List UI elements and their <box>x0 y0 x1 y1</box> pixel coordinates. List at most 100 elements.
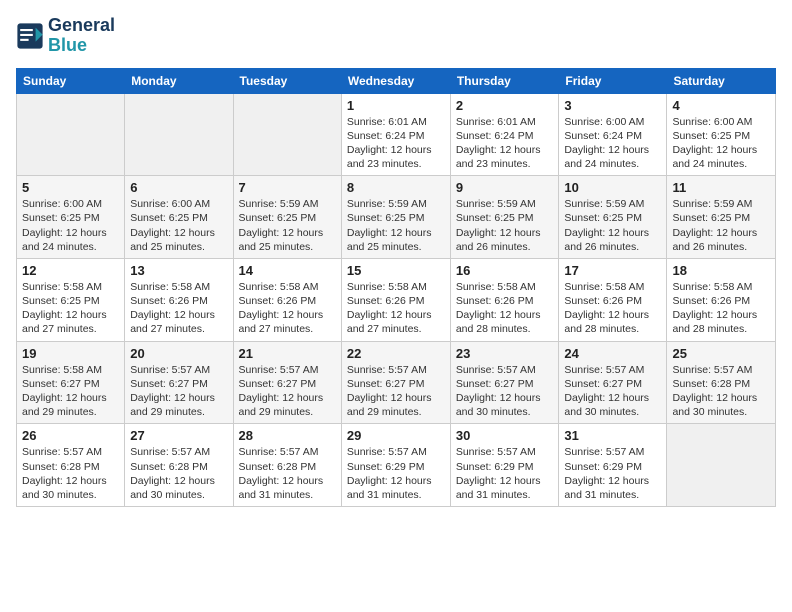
calendar-cell: 18 Sunrise: 5:58 AM Sunset: 6:26 PM Dayli… <box>667 258 776 341</box>
day-info: Sunrise: 5:58 AM Sunset: 6:25 PM Dayligh… <box>22 280 119 337</box>
calendar-header: SundayMondayTuesdayWednesdayThursdayFrid… <box>17 68 776 93</box>
day-info: Sunrise: 6:00 AM Sunset: 6:25 PM Dayligh… <box>130 197 227 254</box>
day-info: Sunrise: 5:57 AM Sunset: 6:27 PM Dayligh… <box>130 363 227 420</box>
calendar-week-3: 12 Sunrise: 5:58 AM Sunset: 6:25 PM Dayli… <box>17 258 776 341</box>
day-info: Sunrise: 5:57 AM Sunset: 6:27 PM Dayligh… <box>347 363 445 420</box>
page-header: GeneralBlue <box>16 16 776 56</box>
calendar-cell: 6 Sunrise: 6:00 AM Sunset: 6:25 PM Daylig… <box>125 176 233 259</box>
day-number: 22 <box>347 346 445 361</box>
day-info: Sunrise: 5:57 AM Sunset: 6:28 PM Dayligh… <box>239 445 336 502</box>
calendar-cell: 29 Sunrise: 5:57 AM Sunset: 6:29 PM Dayli… <box>341 424 450 507</box>
calendar-week-4: 19Sunrise: 5:58 AM Sunset: 6:27 PM Dayli… <box>17 341 776 424</box>
calendar-cell: 15 Sunrise: 5:58 AM Sunset: 6:26 PM Dayli… <box>341 258 450 341</box>
calendar-week-5: 26 Sunrise: 5:57 AM Sunset: 6:28 PM Dayli… <box>17 424 776 507</box>
calendar-week-2: 5 Sunrise: 6:00 AM Sunset: 6:25 PM Daylig… <box>17 176 776 259</box>
day-info: Sunrise: 5:57 AM Sunset: 6:29 PM Dayligh… <box>347 445 445 502</box>
calendar-cell: 10 Sunrise: 5:59 AM Sunset: 6:25 PM Dayli… <box>559 176 667 259</box>
day-info: Sunrise: 5:57 AM Sunset: 6:27 PM Dayligh… <box>239 363 336 420</box>
day-number: 1 <box>347 98 445 113</box>
calendar-cell: 16Sunrise: 5:58 AM Sunset: 6:26 PM Dayli… <box>450 258 559 341</box>
calendar-cell: 25Sunrise: 5:57 AM Sunset: 6:28 PM Dayli… <box>667 341 776 424</box>
day-number: 12 <box>22 263 119 278</box>
calendar-cell: 30Sunrise: 5:57 AM Sunset: 6:29 PM Dayli… <box>450 424 559 507</box>
day-info: Sunrise: 5:59 AM Sunset: 6:25 PM Dayligh… <box>239 197 336 254</box>
calendar-cell: 26 Sunrise: 5:57 AM Sunset: 6:28 PM Dayli… <box>17 424 125 507</box>
day-info: Sunrise: 5:59 AM Sunset: 6:25 PM Dayligh… <box>456 197 554 254</box>
day-info: Sunrise: 5:58 AM Sunset: 6:26 PM Dayligh… <box>456 280 554 337</box>
weekday-header-thursday: Thursday <box>450 68 559 93</box>
day-number: 6 <box>130 180 227 195</box>
calendar-cell: 28Sunrise: 5:57 AM Sunset: 6:28 PM Dayli… <box>233 424 341 507</box>
calendar-cell: 23 Sunrise: 5:57 AM Sunset: 6:27 PM Dayli… <box>450 341 559 424</box>
day-info: Sunrise: 5:59 AM Sunset: 6:25 PM Dayligh… <box>564 197 661 254</box>
day-number: 31 <box>564 428 661 443</box>
day-number: 4 <box>672 98 770 113</box>
calendar-cell: 3 Sunrise: 6:00 AM Sunset: 6:24 PM Daylig… <box>559 93 667 176</box>
day-number: 17 <box>564 263 661 278</box>
day-number: 2 <box>456 98 554 113</box>
day-number: 24 <box>564 346 661 361</box>
calendar-cell: 21Sunrise: 5:57 AM Sunset: 6:27 PM Dayli… <box>233 341 341 424</box>
day-number: 7 <box>239 180 336 195</box>
day-number: 15 <box>347 263 445 278</box>
day-number: 27 <box>130 428 227 443</box>
logo: GeneralBlue <box>16 16 115 56</box>
weekday-header-tuesday: Tuesday <box>233 68 341 93</box>
calendar-week-1: 1 Sunrise: 6:01 AM Sunset: 6:24 PM Daylig… <box>17 93 776 176</box>
day-number: 5 <box>22 180 119 195</box>
day-info: Sunrise: 6:01 AM Sunset: 6:24 PM Dayligh… <box>347 115 445 172</box>
calendar-cell: 22 Sunrise: 5:57 AM Sunset: 6:27 PM Dayli… <box>341 341 450 424</box>
calendar-cell: 9 Sunrise: 5:59 AM Sunset: 6:25 PM Daylig… <box>450 176 559 259</box>
calendar-cell: 12 Sunrise: 5:58 AM Sunset: 6:25 PM Dayli… <box>17 258 125 341</box>
day-info: Sunrise: 5:58 AM Sunset: 6:26 PM Dayligh… <box>564 280 661 337</box>
calendar-cell: 11Sunrise: 5:59 AM Sunset: 6:25 PM Dayli… <box>667 176 776 259</box>
calendar-cell: 27Sunrise: 5:57 AM Sunset: 6:28 PM Dayli… <box>125 424 233 507</box>
day-number: 20 <box>130 346 227 361</box>
day-info: Sunrise: 5:57 AM Sunset: 6:29 PM Dayligh… <box>564 445 661 502</box>
weekday-header-saturday: Saturday <box>667 68 776 93</box>
weekday-header-wednesday: Wednesday <box>341 68 450 93</box>
calendar-cell: 1 Sunrise: 6:01 AM Sunset: 6:24 PM Daylig… <box>341 93 450 176</box>
day-info: Sunrise: 5:58 AM Sunset: 6:26 PM Dayligh… <box>347 280 445 337</box>
calendar-cell: 8 Sunrise: 5:59 AM Sunset: 6:25 PM Daylig… <box>341 176 450 259</box>
calendar-cell <box>233 93 341 176</box>
calendar-cell: 4 Sunrise: 6:00 AM Sunset: 6:25 PM Daylig… <box>667 93 776 176</box>
calendar-cell: 13Sunrise: 5:58 AM Sunset: 6:26 PM Dayli… <box>125 258 233 341</box>
calendar-cell <box>17 93 125 176</box>
day-number: 18 <box>672 263 770 278</box>
day-number: 10 <box>564 180 661 195</box>
day-info: Sunrise: 5:58 AM Sunset: 6:26 PM Dayligh… <box>239 280 336 337</box>
calendar-cell: 7 Sunrise: 5:59 AM Sunset: 6:25 PM Daylig… <box>233 176 341 259</box>
day-info: Sunrise: 5:57 AM Sunset: 6:27 PM Dayligh… <box>456 363 554 420</box>
weekday-header-friday: Friday <box>559 68 667 93</box>
calendar-cell: 31 Sunrise: 5:57 AM Sunset: 6:29 PM Dayli… <box>559 424 667 507</box>
day-info: Sunrise: 6:00 AM Sunset: 6:25 PM Dayligh… <box>672 115 770 172</box>
day-number: 9 <box>456 180 554 195</box>
weekday-header-sunday: Sunday <box>17 68 125 93</box>
day-number: 23 <box>456 346 554 361</box>
day-info: Sunrise: 5:59 AM Sunset: 6:25 PM Dayligh… <box>672 197 770 254</box>
day-number: 8 <box>347 180 445 195</box>
logo-text: GeneralBlue <box>48 16 115 56</box>
day-info: Sunrise: 5:57 AM Sunset: 6:27 PM Dayligh… <box>564 363 661 420</box>
day-number: 14 <box>239 263 336 278</box>
day-number: 26 <box>22 428 119 443</box>
calendar-cell <box>125 93 233 176</box>
day-info: Sunrise: 5:57 AM Sunset: 6:28 PM Dayligh… <box>672 363 770 420</box>
day-number: 3 <box>564 98 661 113</box>
day-info: Sunrise: 5:57 AM Sunset: 6:28 PM Dayligh… <box>22 445 119 502</box>
day-info: Sunrise: 5:59 AM Sunset: 6:25 PM Dayligh… <box>347 197 445 254</box>
calendar-cell: 5Sunrise: 6:00 AM Sunset: 6:25 PM Daylig… <box>17 176 125 259</box>
calendar-cell: 2Sunrise: 6:01 AM Sunset: 6:24 PM Daylig… <box>450 93 559 176</box>
weekday-header-monday: Monday <box>125 68 233 93</box>
calendar-cell: 20 Sunrise: 5:57 AM Sunset: 6:27 PM Dayli… <box>125 341 233 424</box>
logo-icon <box>16 22 44 50</box>
day-number: 29 <box>347 428 445 443</box>
day-number: 19 <box>22 346 119 361</box>
day-number: 13 <box>130 263 227 278</box>
calendar-body: 1 Sunrise: 6:01 AM Sunset: 6:24 PM Daylig… <box>17 93 776 506</box>
calendar-table: SundayMondayTuesdayWednesdayThursdayFrid… <box>16 68 776 507</box>
day-info: Sunrise: 6:00 AM Sunset: 6:24 PM Dayligh… <box>564 115 661 172</box>
calendar-cell: 17 Sunrise: 5:58 AM Sunset: 6:26 PM Dayli… <box>559 258 667 341</box>
day-info: Sunrise: 5:58 AM Sunset: 6:26 PM Dayligh… <box>672 280 770 337</box>
